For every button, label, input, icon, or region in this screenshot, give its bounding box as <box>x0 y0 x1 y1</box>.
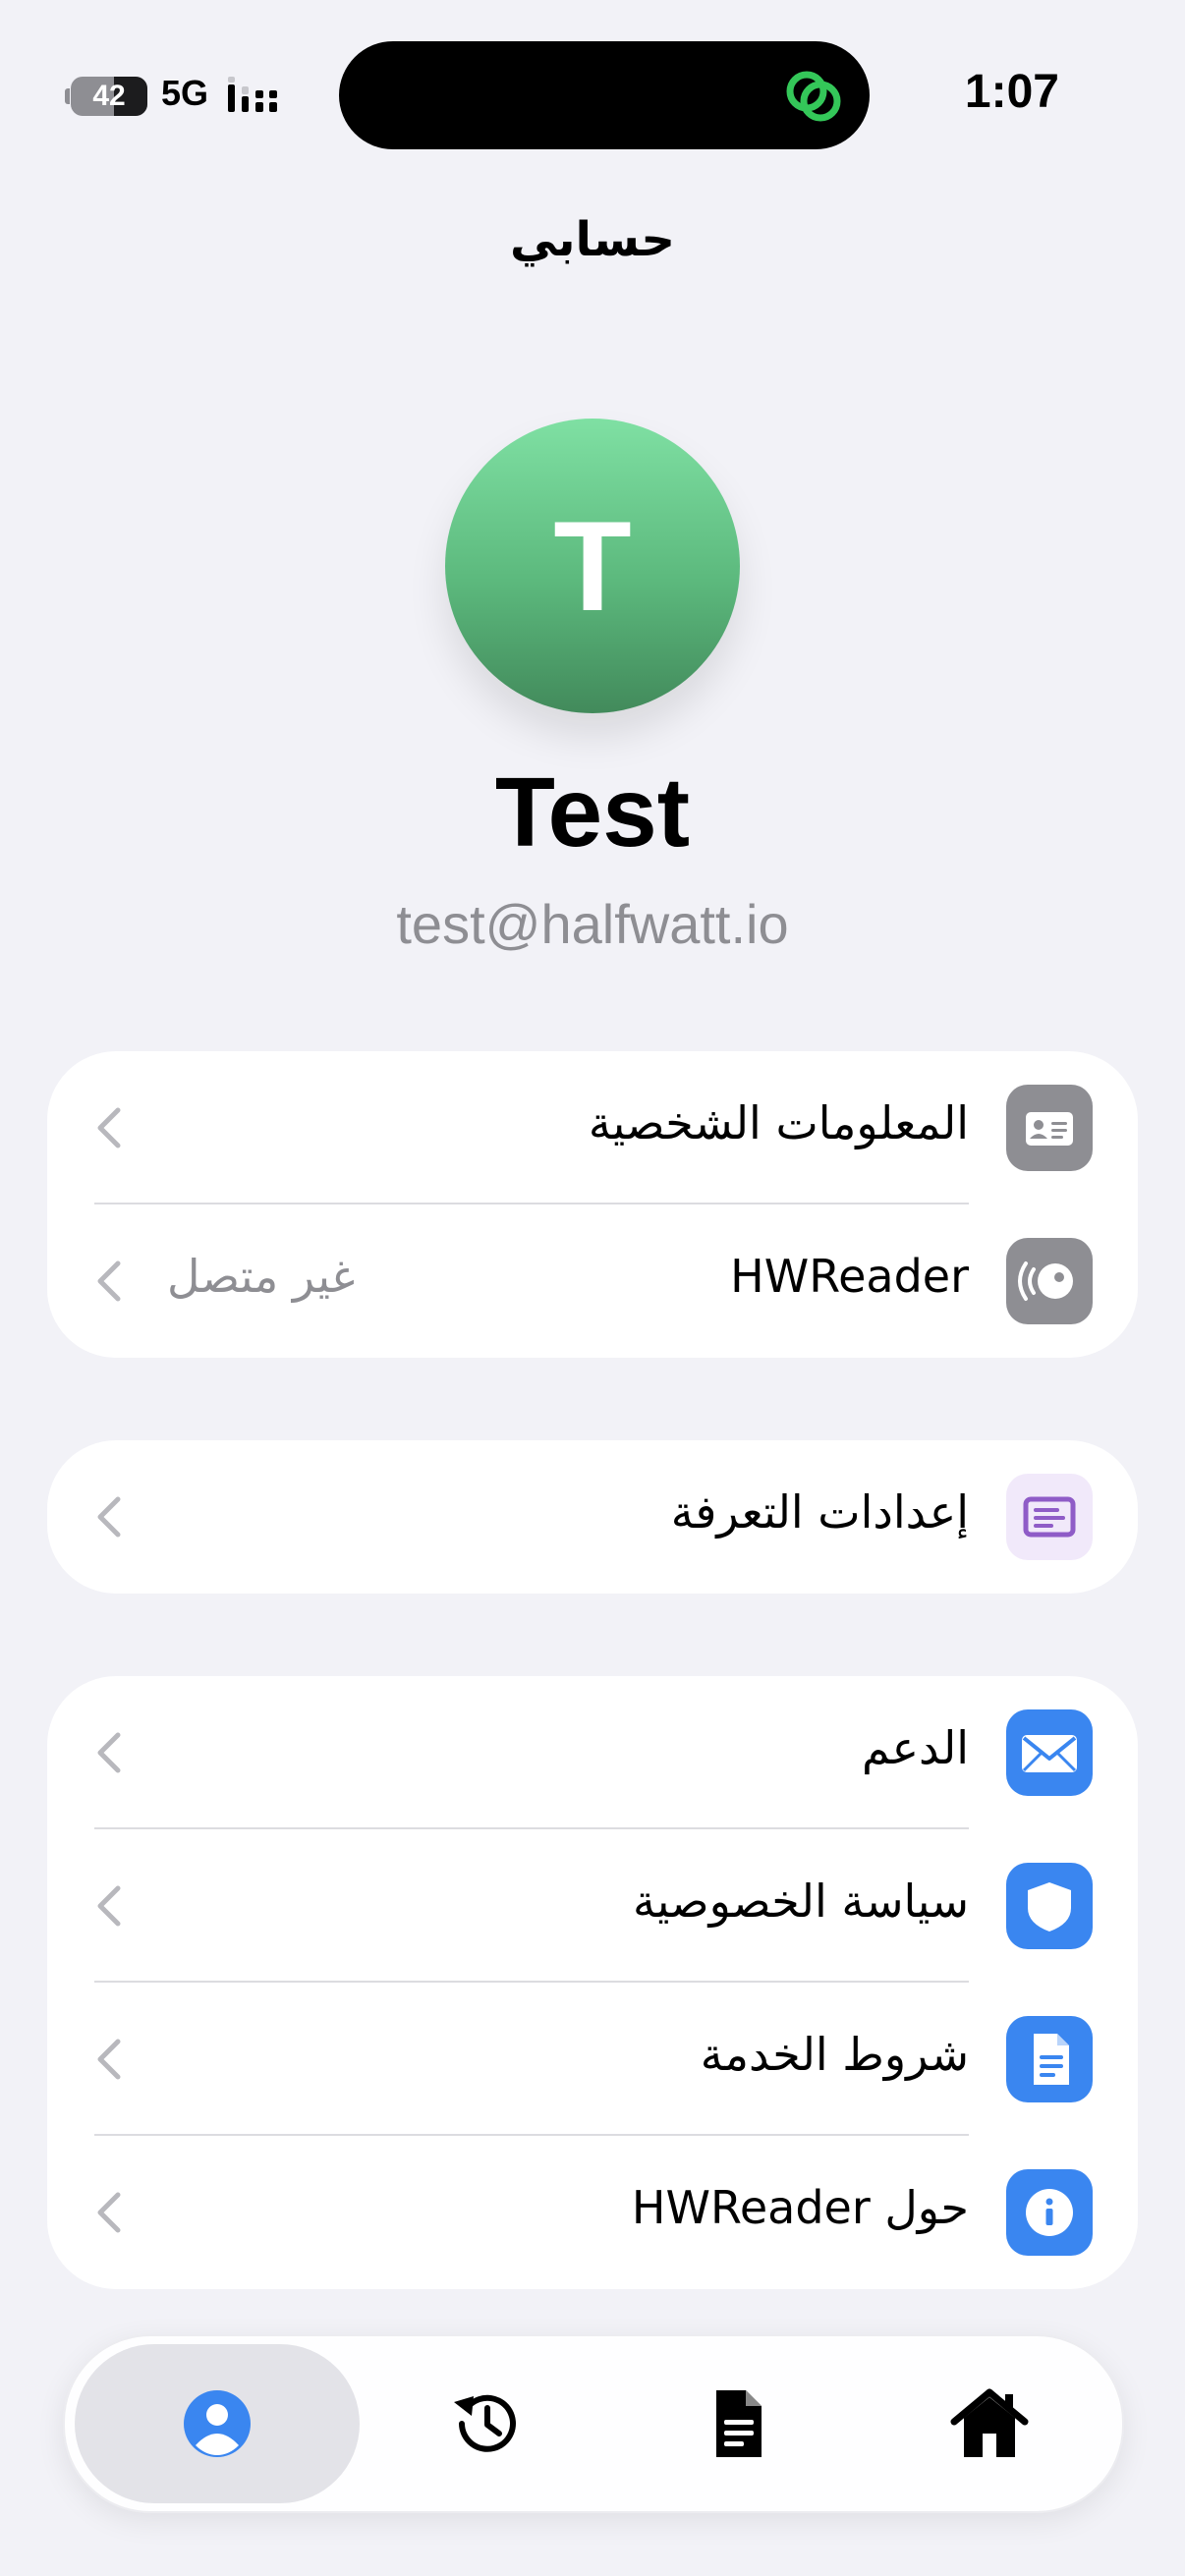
signal-icon <box>228 77 277 112</box>
dynamic-island <box>339 41 870 149</box>
tab-documents[interactable] <box>595 2344 880 2503</box>
info-icon <box>1006 2169 1093 2256</box>
hwreader-status: غير متصل <box>167 1250 356 1303</box>
avatar: T <box>445 419 740 713</box>
envelope-icon <box>1006 1709 1093 1796</box>
tariff-icon <box>1006 1474 1093 1560</box>
status-time: 1:07 <box>964 66 1059 118</box>
chevron-left-icon <box>97 1496 121 1538</box>
chevron-left-icon <box>97 1107 121 1148</box>
document-icon <box>716 2390 762 2457</box>
document-icon <box>1006 2016 1093 2102</box>
shield-icon <box>1006 1863 1093 1949</box>
person-icon <box>184 2390 251 2457</box>
hwreader-label: HWReader <box>730 1250 969 1303</box>
account-group: المعلومات الشخصية HWReader غير متصل <box>47 1051 1138 1358</box>
tab-history[interactable] <box>343 2344 628 2503</box>
battery-indicator: 42 <box>71 77 147 116</box>
personal-info-label: المعلومات الشخصية <box>588 1096 969 1149</box>
about-row[interactable]: حول HWReader <box>47 2136 1138 2289</box>
chevron-left-icon <box>97 2192 121 2233</box>
hwreader-row[interactable]: HWReader غير متصل <box>47 1204 1138 1358</box>
privacy-policy-row[interactable]: سياسة الخصوصية <box>47 1829 1138 1983</box>
tariff-settings-label: إعدادات التعرفة <box>670 1485 969 1539</box>
battery-level: 42 <box>92 80 126 112</box>
profile-name: Test <box>494 757 691 868</box>
tab-home[interactable] <box>847 2344 1132 2503</box>
page-title: حسابي <box>509 212 676 267</box>
tab-bar <box>63 2334 1124 2513</box>
terms-of-service-label: شروط الخدمة <box>700 2028 969 2081</box>
tab-account[interactable] <box>75 2344 360 2503</box>
battery-nub <box>65 88 70 104</box>
info-group: الدعم سياسة الخصوصية شروط الخدمة حول HWR… <box>47 1676 1138 2289</box>
personal-info-row[interactable]: المعلومات الشخصية <box>47 1051 1138 1204</box>
tariff-settings-row[interactable]: إعدادات التعرفة <box>47 1440 1138 1594</box>
chevron-left-icon <box>97 1260 121 1302</box>
chevron-left-icon <box>97 2039 121 2080</box>
support-label: الدعم <box>861 1721 969 1774</box>
tariff-group: إعدادات التعرفة <box>47 1440 1138 1594</box>
home-icon <box>950 2388 1029 2457</box>
about-label: حول HWReader <box>631 2181 969 2234</box>
history-icon <box>454 2394 516 2452</box>
profile-email: test@halfwatt.io <box>396 893 789 955</box>
link-rings-icon <box>786 71 841 122</box>
chevron-left-icon <box>97 1885 121 1927</box>
chevron-left-icon <box>97 1732 121 1773</box>
privacy-policy-label: سياسة الخصوصية <box>632 1875 969 1928</box>
account-screen: 42 5G 1:07 حسابي T Test test@halfwatt.io <box>0 0 1185 2576</box>
id-card-icon <box>1006 1085 1093 1171</box>
status-bar: 42 5G 1:07 <box>0 0 1185 177</box>
terms-of-service-row[interactable]: شروط الخدمة <box>47 1983 1138 2136</box>
reader-device-icon <box>1006 1238 1093 1324</box>
support-row[interactable]: الدعم <box>47 1676 1138 1829</box>
network-type: 5G <box>161 73 209 113</box>
